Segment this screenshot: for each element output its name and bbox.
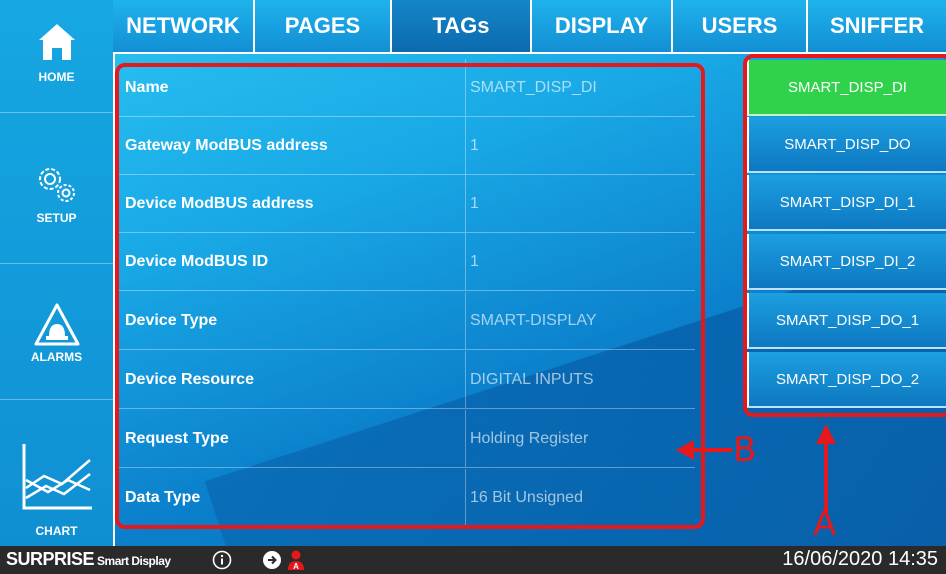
logout-icon[interactable] — [262, 550, 282, 570]
annotation-arrow-a — [816, 424, 836, 512]
annotation-arrow-b — [676, 440, 732, 460]
annotation-label-b: B — [733, 430, 757, 470]
user-admin-icon[interactable]: A — [286, 550, 306, 572]
brand-subtitle: Smart Display — [97, 554, 171, 568]
brand-name: SURPRISE — [6, 549, 95, 569]
annotation-label-a: A — [813, 504, 837, 544]
annotation-arrows — [676, 424, 836, 512]
brand-logo: SURPRISE Smart Display — [6, 549, 171, 570]
main-screen: HOME SETUP ALARMS CHART NETWORK PAGES TA… — [0, 0, 946, 546]
status-bar: SURPRISE Smart Display A 16/06/2020 14:35 — [0, 546, 946, 574]
datetime-display: 16/06/2020 14:35 — [782, 548, 938, 570]
info-icon[interactable] — [212, 550, 232, 570]
svg-text:A: A — [293, 562, 299, 571]
